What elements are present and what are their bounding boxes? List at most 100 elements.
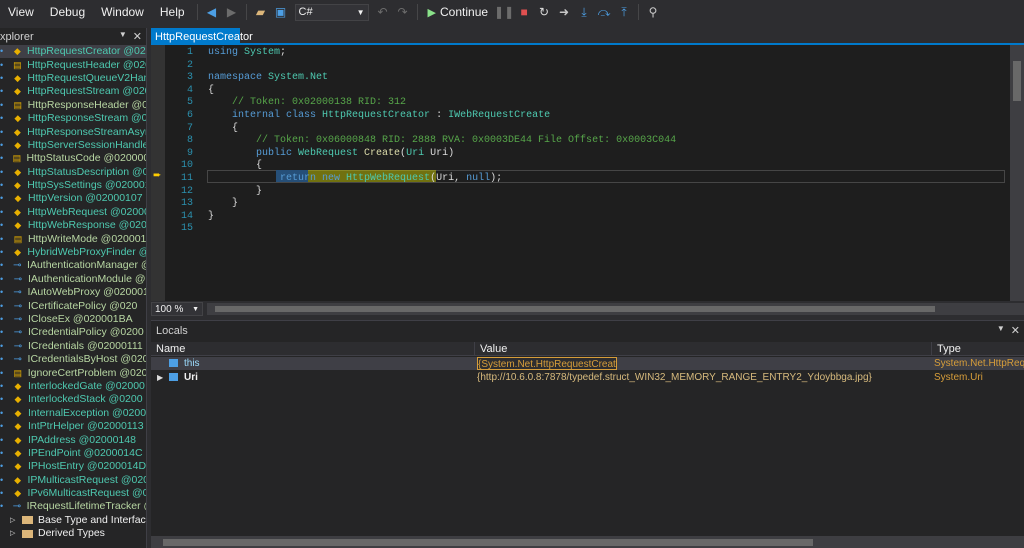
- step-over-icon[interactable]: ⤼: [596, 4, 612, 20]
- code-line[interactable]: // Token: 0x02000138 RID: 312: [208, 97, 406, 110]
- locals-row[interactable]: ▶ Uri {http://10.6.0.8:7878/typedef.stru…: [151, 371, 1024, 384]
- tree-item[interactable]: • ◆ HybridWebProxyFinder @: [0, 246, 146, 259]
- language-select[interactable]: C# ▼: [294, 3, 369, 21]
- tree-item[interactable]: • ◆ HttpVersion @02000107: [0, 192, 146, 205]
- undo-icon[interactable]: ↶: [375, 4, 391, 20]
- tree-item[interactable]: • ◆ InterlockedStack @0200: [0, 393, 146, 406]
- code-line[interactable]: }: [208, 186, 262, 199]
- tree-item-label: IPAddress @02000148: [28, 433, 136, 446]
- code-line[interactable]: namespace System.Net: [208, 72, 328, 85]
- save-icon[interactable]: ▣: [273, 4, 289, 20]
- forward-icon[interactable]: ▶: [224, 4, 240, 20]
- tree-item[interactable]: • ⊸ ICertificatePolicy @020: [0, 299, 146, 312]
- code-editor[interactable]: ➨ 1 using System; 2 3 namespace System.Net 4 {…: [151, 45, 1024, 301]
- code-line[interactable]: {: [208, 85, 214, 98]
- close-icon[interactable]: ✕: [1011, 324, 1020, 337]
- search-icon[interactable]: ⚲: [645, 4, 661, 20]
- tree-item[interactable]: • ▤ IgnoreCertProblem @020: [0, 366, 146, 379]
- pause-icon[interactable]: ❚❚: [494, 4, 514, 20]
- tree-item[interactable]: • ◆ HttpRequestQueueV2Han: [0, 72, 146, 85]
- tree-item[interactable]: • ⊸ IAuthenticationManager @: [0, 259, 146, 272]
- menu-debug[interactable]: Debug: [42, 1, 93, 23]
- menu-window[interactable]: Window: [93, 1, 152, 23]
- open-folder-icon[interactable]: ▰: [253, 4, 269, 20]
- scrollbar-thumb[interactable]: [215, 306, 935, 312]
- tree-item[interactable]: • ◆ HttpStatusDescription @0: [0, 166, 146, 179]
- tree-item-label: HttpRequestHeader @020: [27, 58, 146, 71]
- show-next-statement-icon[interactable]: ➜: [556, 4, 572, 20]
- tree-item[interactable]: • ◆ HttpServerSessionHandle: [0, 139, 146, 152]
- tree-item[interactable]: • ▤ HttpRequestHeader @020: [0, 58, 146, 71]
- close-icon[interactable]: ✕: [133, 30, 142, 43]
- tab-httprequestcreator[interactable]: HttpRequestCreator: [151, 28, 253, 45]
- tree-item[interactable]: • ◆ HttpResponseStream @0: [0, 112, 146, 125]
- scrollbar-thumb[interactable]: [1013, 61, 1021, 101]
- tree-item[interactable]: • ◆ InternalException @0200: [0, 407, 146, 420]
- tree-item[interactable]: • ⊸ IRequestLifetimeTracker @: [0, 500, 146, 513]
- pin-dropdown-icon[interactable]: ▼: [997, 324, 1005, 337]
- tree-item[interactable]: • ◆ IPAddress @02000148: [0, 433, 146, 446]
- tree-item[interactable]: • ▤ HttpWriteMode @020001: [0, 232, 146, 245]
- tree-folder-item[interactable]: ▷ Base Type and Interfac: [0, 514, 146, 527]
- tree-item[interactable]: • ◆ IPMulticastRequest @020: [0, 474, 146, 487]
- tree-folder-item[interactable]: ▷ Derived Types: [0, 527, 146, 540]
- tree-item[interactable]: • ▤ HttpResponseHeader @0: [0, 99, 146, 112]
- tree-item[interactable]: • ▤ HttpStatusCode @0200001: [0, 152, 146, 165]
- code-line[interactable]: {: [208, 123, 238, 136]
- step-out-icon[interactable]: ⤒: [616, 4, 632, 20]
- tree-guide: •: [0, 220, 4, 231]
- expand-arrow-icon[interactable]: ▶: [157, 371, 169, 384]
- expand-arrow-icon[interactable]: ▷: [10, 514, 20, 527]
- scrollbar-thumb[interactable]: [163, 539, 813, 546]
- column-header-type[interactable]: Type: [932, 342, 1024, 356]
- code-line[interactable]: return new HttpWebRequest(Uri, null);: [208, 173, 502, 186]
- tree-item-label: IPMulticastRequest @020: [27, 473, 146, 486]
- code-line[interactable]: // Token: 0x06000848 RID: 2888 RVA: 0x00…: [208, 135, 676, 148]
- expand-arrow-icon[interactable]: ▷: [10, 527, 20, 540]
- code-line[interactable]: public WebRequest Create(Uri Uri): [208, 148, 454, 161]
- tree-item[interactable]: • ⊸ ICloseEx @020001BA: [0, 313, 146, 326]
- tree-item[interactable]: • ⊸ ICredentialsByHost @020: [0, 353, 146, 366]
- tree-item[interactable]: • ⊸ ICredentialPolicy @0200: [0, 326, 146, 339]
- code-line[interactable]: }: [208, 211, 214, 224]
- tree-item[interactable]: • ◆ HttpRequestStream @020: [0, 85, 146, 98]
- local-value[interactable]: {System.Net.HttpRequestCreator}: [477, 357, 617, 370]
- tree-item[interactable]: • ◆ IPHostEntry @0200014D: [0, 460, 146, 473]
- continue-button[interactable]: ▶ Continue: [428, 5, 489, 19]
- editor-horizontal-scrollbar[interactable]: [207, 303, 1024, 315]
- tree-item[interactable]: • ◆ HttpWebRequest @02000: [0, 206, 146, 219]
- tree-item[interactable]: • ◆ HttpSysSettings @020001: [0, 179, 146, 192]
- column-header-name[interactable]: Name: [151, 342, 475, 356]
- editor-vertical-scrollbar[interactable]: [1010, 45, 1024, 301]
- redo-icon[interactable]: ↷: [395, 4, 411, 20]
- tree-item[interactable]: • ◆ IntPtrHelper @02000113: [0, 420, 146, 433]
- stop-icon[interactable]: ■: [516, 4, 532, 20]
- tree-item[interactable]: • ◆ HttpRequestCreator @020: [0, 45, 146, 59]
- step-into-icon[interactable]: ⤓: [576, 4, 592, 20]
- local-value[interactable]: {http://10.6.0.8:7878/typedef.struct_WIN…: [477, 371, 932, 384]
- tree-item[interactable]: • ⊸ IAuthenticationModule @: [0, 273, 146, 286]
- pin-dropdown-icon[interactable]: ▼: [119, 30, 127, 43]
- menu-help[interactable]: Help: [152, 1, 193, 23]
- tree-item-label: HttpServerSessionHandle: [27, 138, 146, 151]
- tree-item[interactable]: • ◆ IPv6MulticastRequest @0: [0, 487, 146, 500]
- tree-item[interactable]: • ⊸ ICredentials @02000111: [0, 340, 146, 353]
- code-line[interactable]: }: [208, 198, 238, 211]
- code-line[interactable]: using System;: [208, 47, 286, 60]
- locals-row[interactable]: this {System.Net.HttpRequestCreator} Sys…: [151, 357, 1024, 370]
- locals-horizontal-scrollbar[interactable]: [151, 536, 1024, 548]
- tree-item[interactable]: • ◆ InterlockedGate @02000: [0, 380, 146, 393]
- menu-view[interactable]: View: [0, 1, 42, 23]
- column-header-value[interactable]: Value: [475, 342, 932, 356]
- tree-item[interactable]: • ◆ HttpWebResponse @020: [0, 219, 146, 232]
- tree-item[interactable]: • ⊸ IAutoWebProxy @020001: [0, 286, 146, 299]
- code-line[interactable]: {: [208, 160, 262, 173]
- line-number: 15: [180, 223, 193, 235]
- tree-item[interactable]: • ◆ IPEndPoint @0200014C: [0, 447, 146, 460]
- restart-icon[interactable]: ↻: [536, 4, 552, 20]
- zoom-select[interactable]: 100 % ▼: [151, 302, 203, 316]
- tree-item[interactable]: • ◆ HttpResponseStreamAsyn: [0, 125, 146, 138]
- code-line[interactable]: internal class HttpRequestCreator : IWeb…: [208, 110, 550, 123]
- tree-item-label: ICredentialPolicy @0200: [28, 326, 144, 339]
- back-icon[interactable]: ◀: [204, 4, 220, 20]
